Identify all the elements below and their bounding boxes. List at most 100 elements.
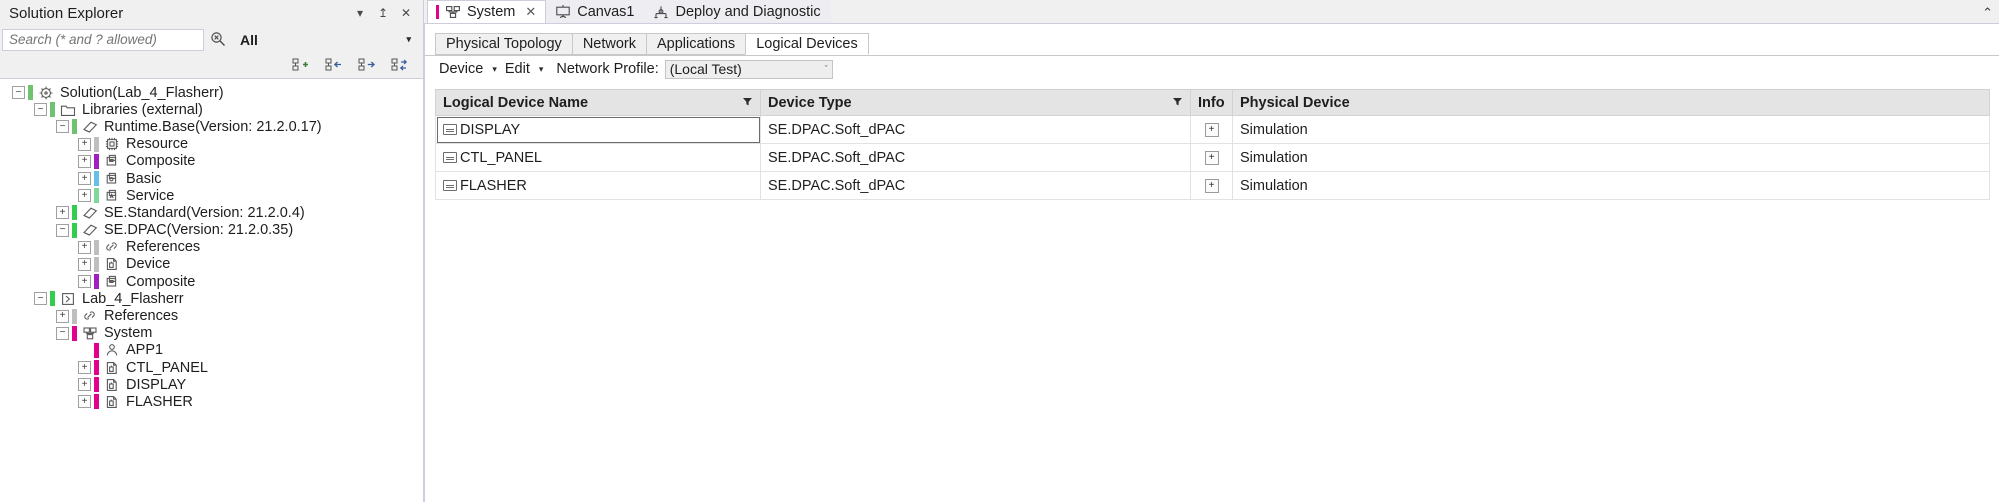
info-expand-button[interactable]: + [1204, 150, 1219, 165]
tree-node[interactable]: + Service [0, 187, 423, 204]
device-menu[interactable]: Device ▾ [435, 61, 501, 77]
info-expand-button[interactable]: + [1204, 122, 1219, 137]
application-window: Solution Explorer ▾ ↥ ✕ All ▾ [0, 0, 1999, 502]
physical-device-cell[interactable]: Simulation [1232, 143, 1990, 172]
expand-icon[interactable]: + [78, 172, 91, 186]
tree-node[interactable]: + SE.Standard (Version: 21.2.0.4) [0, 204, 423, 221]
expand-icon[interactable]: + [56, 309, 69, 323]
tree-node[interactable]: APP1 [0, 342, 423, 359]
logical-device-name-cell[interactable]: DISPLAY [435, 115, 761, 144]
node-color-bar [94, 171, 99, 187]
document-tab-system[interactable]: System ✕ [427, 0, 547, 23]
filter-dropdown[interactable]: All ▾ [232, 29, 419, 51]
resource-icon [102, 136, 121, 152]
search-input-wrapper[interactable] [2, 28, 204, 51]
logical-device-name-cell[interactable]: CTL_PANEL [435, 143, 761, 172]
table-row[interactable]: DISPLAY SE.DPAC.Soft_dPAC + Simulation [435, 115, 1990, 144]
network-profile-select[interactable]: (Local Test) ˇ [664, 59, 833, 79]
search-input[interactable] [7, 31, 199, 48]
tree-node[interactable]: − SE.DPAC (Version: 21.2.0.35) [0, 222, 423, 239]
add-node-icon[interactable] [291, 56, 310, 75]
search-clear-icon[interactable] [206, 29, 230, 51]
column-header[interactable]: Logical Device Name [435, 89, 761, 116]
close-icon[interactable]: ✕ [399, 6, 413, 20]
tree-node[interactable]: + Basic [0, 170, 423, 187]
tab-physical-topology[interactable]: Physical Topology [435, 33, 573, 55]
device-type-cell[interactable]: SE.DPAC.Soft_dPAC [760, 143, 1191, 172]
tab-applications[interactable]: Applications [646, 33, 747, 55]
collapse-icon[interactable]: − [56, 223, 69, 237]
system-tab-strip[interactable]: Physical Topology Network Applications Logi… [425, 30, 1999, 55]
collapse-icon[interactable]: − [56, 120, 69, 134]
expand-icon[interactable]: + [56, 206, 69, 220]
chevron-down-icon: ˇ [824, 64, 828, 74]
expand-icon[interactable]: + [78, 395, 91, 409]
tree-node[interactable]: − Runtime.Base (Version: 21.2.0.17) [0, 118, 423, 135]
node-color-bar [94, 153, 99, 169]
tab-network[interactable]: Network [571, 33, 647, 55]
library-icon [80, 205, 99, 221]
active-tab-indicator [436, 5, 439, 19]
panel-title: Solution Explorer [9, 4, 124, 22]
tab-logical-devices[interactable]: Logical Devices [745, 33, 869, 55]
overflow-chevron-icon[interactable]: ⌃ [1982, 5, 1993, 21]
solution-tree[interactable]: − Solution (Lab_4_Flasherr) − Libraries (e… [0, 78, 423, 502]
chevron-down-icon[interactable]: ▾ [406, 34, 419, 45]
table-row[interactable]: FLASHER SE.DPAC.Soft_dPAC + Simulation [435, 171, 1990, 200]
expand-icon[interactable]: + [78, 189, 91, 203]
column-header[interactable]: Info [1190, 89, 1233, 116]
collapse-icon[interactable]: − [56, 326, 69, 340]
filter-icon[interactable] [742, 95, 753, 111]
document-tab-deploy-and-diagnostic[interactable]: Deploy and Diagnostic [644, 0, 831, 23]
table-body[interactable]: DISPLAY SE.DPAC.Soft_dPAC + Simulation CTL_P… [435, 115, 1990, 200]
tree-node[interactable]: + References [0, 239, 423, 256]
tree-node[interactable]: + Resource [0, 136, 423, 153]
collapse-icon[interactable]: − [12, 86, 25, 100]
collapse-right-icon[interactable] [357, 56, 376, 75]
tree-node-label: SE.DPAC [104, 222, 167, 239]
pin-icon[interactable]: ↥ [376, 6, 390, 20]
column-header[interactable]: Device Type [760, 89, 1191, 116]
close-tab-icon[interactable]: ✕ [525, 4, 536, 20]
dropdown-icon[interactable]: ▾ [353, 6, 367, 20]
tree-node[interactable]: − Solution (Lab_4_Flasherr) [0, 84, 423, 101]
logical-device-name-cell[interactable]: FLASHER [435, 171, 761, 200]
edit-menu[interactable]: Edit ▾ [501, 61, 548, 77]
tree-node[interactable]: + CTL_PANEL [0, 359, 423, 376]
info-expand-button[interactable]: + [1204, 178, 1219, 193]
collapse-left-icon[interactable] [324, 56, 343, 75]
tree-node[interactable]: + Composite [0, 273, 423, 290]
collapse-icon[interactable]: − [34, 292, 47, 306]
tree-node[interactable]: − System [0, 325, 423, 342]
table-row[interactable]: CTL_PANEL SE.DPAC.Soft_dPAC + Simulation [435, 143, 1990, 172]
tree-node[interactable]: − Lab_4_Flasherr [0, 290, 423, 307]
filter-icon[interactable] [1172, 95, 1183, 111]
tree-node[interactable]: + Composite [0, 153, 423, 170]
physical-device-cell[interactable]: Simulation [1232, 171, 1990, 200]
expand-icon[interactable]: + [78, 378, 91, 392]
document-tab-strip[interactable]: System ✕ Canvas1 Deploy and Diagnostic [424, 0, 1999, 24]
tree-node[interactable]: + References [0, 307, 423, 324]
device-type-cell[interactable]: SE.DPAC.Soft_dPAC [760, 115, 1191, 144]
expand-icon[interactable]: + [78, 257, 91, 271]
tree-node[interactable]: + DISPLAY [0, 376, 423, 393]
tree-node[interactable]: − Libraries (external) [0, 101, 423, 118]
expand-icon[interactable]: + [78, 361, 91, 375]
tree-node[interactable]: + FLASHER [0, 393, 423, 410]
device-type-cell[interactable]: SE.DPAC.Soft_dPAC [760, 171, 1191, 200]
sync-icon[interactable] [390, 56, 409, 75]
column-header[interactable]: Physical Device [1232, 89, 1990, 116]
expand-icon[interactable]: + [78, 154, 91, 168]
collapse-icon[interactable]: − [34, 103, 47, 117]
expand-icon[interactable]: + [78, 137, 91, 151]
expand-icon[interactable]: + [78, 275, 91, 289]
expand-icon[interactable]: + [78, 240, 91, 254]
info-cell[interactable]: + [1190, 115, 1233, 144]
tree-node[interactable]: + Device [0, 256, 423, 273]
physical-device-cell[interactable]: Simulation [1232, 115, 1990, 144]
node-color-bar [94, 360, 99, 376]
library-icon [80, 222, 99, 238]
info-cell[interactable]: + [1190, 171, 1233, 200]
info-cell[interactable]: + [1190, 143, 1233, 172]
document-tab-canvas1[interactable]: Canvas1 [546, 0, 645, 23]
